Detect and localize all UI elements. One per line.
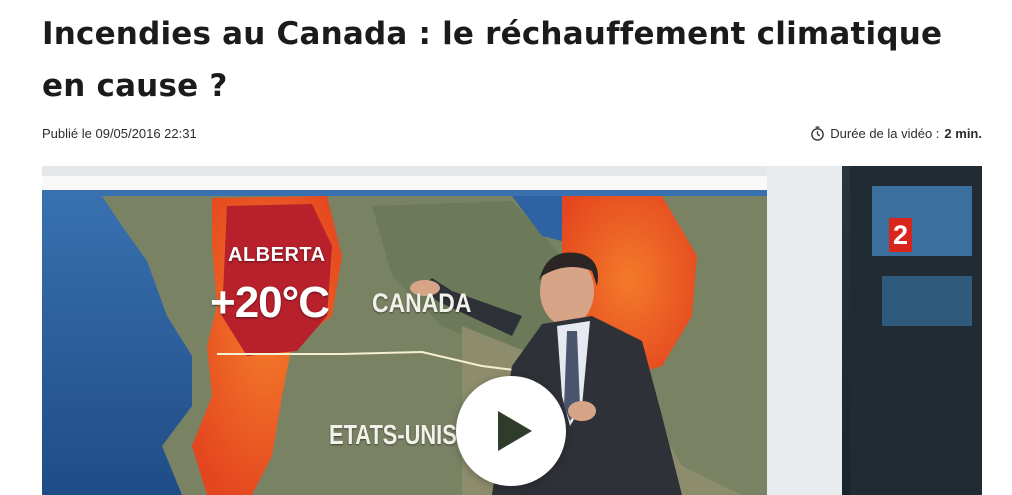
channel-logo: 2 xyxy=(889,218,912,252)
video-duration: Durée de la vidéo : 2 min. xyxy=(810,126,982,141)
video-player[interactable]: ALBERTA +20°C CANADA ETATS-UNIS 2 xyxy=(42,166,982,495)
duration-value: 2 min. xyxy=(944,126,982,141)
map-label-region: ALBERTA xyxy=(228,244,326,266)
duration-label: Durée de la vidéo : xyxy=(830,126,940,141)
publish-date: Publié le 09/05/2016 22:31 xyxy=(42,126,197,141)
play-button[interactable] xyxy=(456,376,566,486)
play-icon xyxy=(498,411,532,451)
map-label-country: CANADA xyxy=(372,288,472,318)
clock-icon xyxy=(811,126,825,141)
map-label-temperature: +20°C xyxy=(210,278,330,327)
map-label-neighbor: ETATS-UNIS xyxy=(329,419,457,450)
article-title: Incendies au Canada : le réchauffement c… xyxy=(42,16,943,104)
